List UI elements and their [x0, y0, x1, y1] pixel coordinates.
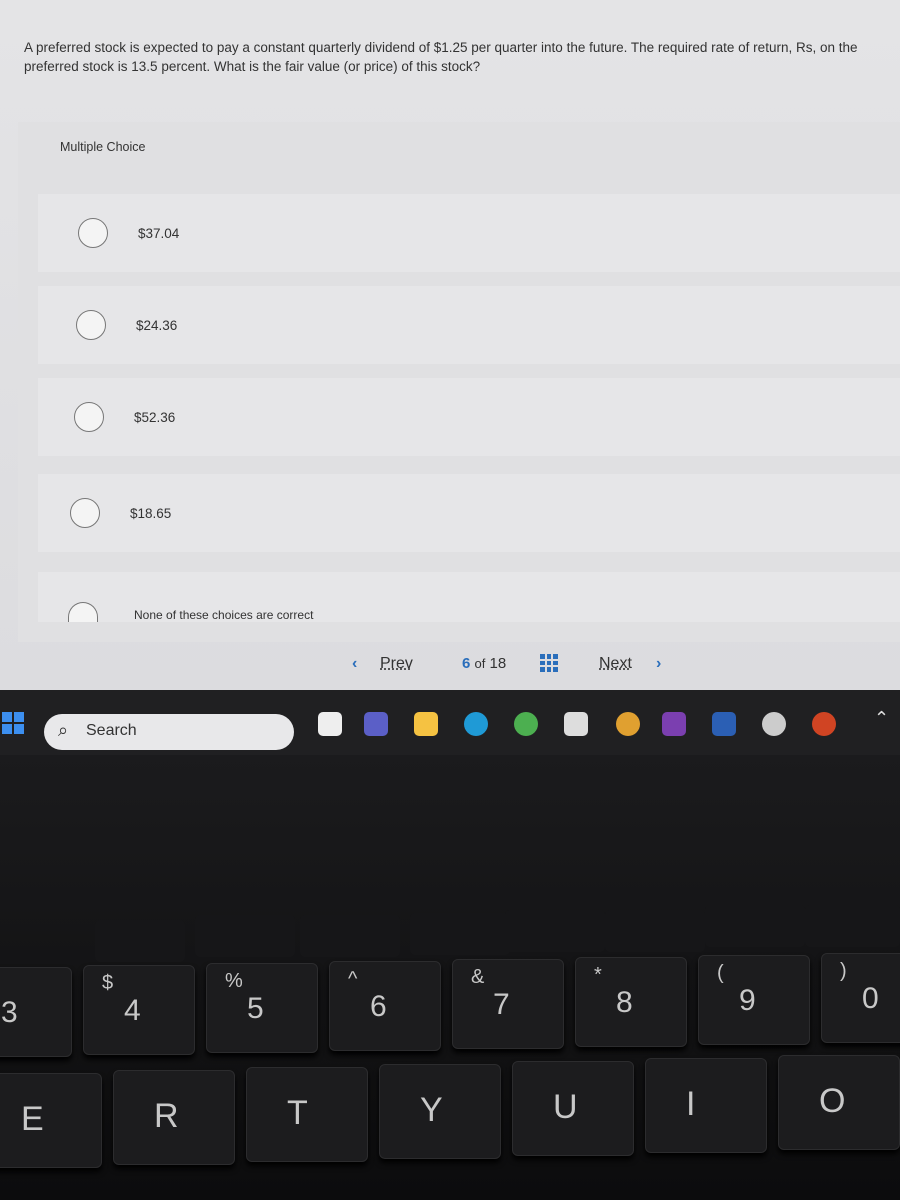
f4-key[interactable]: [95, 920, 185, 962]
key-label: E: [21, 1100, 44, 1138]
key-label: O: [819, 1082, 846, 1120]
key-label: 4: [124, 994, 141, 1027]
key-label: 8: [616, 986, 633, 1019]
key-label: 3: [1, 996, 18, 1029]
key-shift-label: %: [225, 970, 243, 992]
page-indicator: 6 of 18: [462, 655, 506, 672]
key-shift-label: &: [471, 966, 485, 988]
key-E[interactable]: E: [0, 1073, 102, 1168]
key-T[interactable]: T: [246, 1067, 368, 1162]
key-shift-label: *: [594, 964, 602, 986]
chevron-left-icon[interactable]: ‹: [352, 655, 357, 673]
key-label: I: [686, 1085, 696, 1123]
option-4[interactable]: $18.65: [38, 474, 900, 552]
grid-icon[interactable]: [540, 654, 558, 672]
key-7[interactable]: & 7: [452, 959, 564, 1049]
browser-screen: A preferred stock is expected to pay a c…: [0, 0, 900, 690]
taskbar: ⌕ Search ⌃: [0, 690, 900, 755]
option-5[interactable]: None of these choices are correct: [38, 572, 900, 622]
key-9[interactable]: (9: [698, 955, 810, 1045]
option-text: $37.04: [138, 225, 180, 241]
option-text: $24.36: [136, 317, 178, 333]
file-explorer-icon[interactable]: [414, 712, 438, 736]
key-label: Y: [420, 1091, 443, 1129]
question-text: A preferred stock is expected to pay a c…: [24, 40, 858, 74]
task-view-icon[interactable]: [318, 712, 342, 736]
key-shift-label: $: [102, 972, 114, 994]
f11-key[interactable]: [805, 905, 900, 947]
radio-button[interactable]: [70, 498, 100, 528]
radio-button[interactable]: [78, 218, 108, 248]
key-6[interactable]: ^ 6: [329, 961, 441, 1051]
search-label: Search: [86, 722, 137, 739]
key-label: 6: [370, 990, 387, 1023]
f8-key[interactable]: [505, 910, 605, 952]
prev-button[interactable]: Prev: [380, 655, 413, 673]
radio-button[interactable]: [74, 402, 104, 432]
chrome-profile-icon[interactable]: [616, 712, 640, 736]
key-shift-label: ): [840, 960, 847, 982]
search-icon: ⌕: [58, 720, 69, 740]
key-3[interactable]: 3: [0, 967, 72, 1057]
radio-button[interactable]: [76, 310, 106, 340]
teams-icon[interactable]: [364, 712, 388, 736]
key-label: R: [154, 1097, 179, 1135]
multiple-choice-label: Multiple Choice: [60, 140, 146, 154]
taskbar-search[interactable]: ⌕ Search: [44, 714, 294, 750]
key-R[interactable]: R: [113, 1070, 235, 1165]
chrome-icon[interactable]: [514, 712, 538, 736]
key-label: T: [287, 1094, 308, 1132]
current-page: 6: [462, 655, 471, 672]
option-3[interactable]: $52.36: [38, 378, 900, 456]
key-shift-label: (: [717, 962, 724, 984]
kindle-icon[interactable]: [564, 712, 588, 736]
powerpoint-icon[interactable]: [812, 712, 836, 736]
windows-start-icon[interactable]: [2, 712, 24, 734]
key-label: 9: [739, 984, 756, 1017]
key-shift-label: ^: [348, 968, 358, 990]
f6-key[interactable]: [300, 915, 400, 957]
f5-key[interactable]: [195, 915, 295, 957]
clock-app-icon[interactable]: [762, 712, 786, 736]
option-text: None of these choices are correct: [134, 608, 314, 622]
key-4[interactable]: $4: [83, 965, 195, 1055]
chevron-right-icon[interactable]: ›: [656, 655, 661, 673]
key-8[interactable]: * 8: [575, 957, 687, 1047]
word-icon[interactable]: [712, 712, 736, 736]
option-text: $18.65: [130, 505, 172, 521]
chevron-up-icon[interactable]: ⌃: [874, 708, 889, 729]
f9-key[interactable]: [605, 910, 705, 952]
key-label: 5: [247, 992, 264, 1025]
onenote-icon[interactable]: [662, 712, 686, 736]
edge-icon[interactable]: [464, 712, 488, 736]
option-text: $52.36: [134, 409, 176, 425]
of-label: of: [474, 656, 486, 671]
key-label: U: [553, 1088, 578, 1126]
laptop-keyboard: 3 $4% 5 ^ 6 & 7 * 8(9) 0 E R T Y U I O: [0, 755, 900, 1200]
multiple-choice-panel: Multiple Choice $37.04 $24.36 $52.36 $18…: [18, 122, 900, 642]
f7-key[interactable]: [410, 913, 510, 955]
key-Y[interactable]: Y: [379, 1064, 501, 1159]
key-0[interactable]: ) 0: [821, 953, 900, 1043]
f10-key[interactable]: [705, 905, 805, 947]
radio-button[interactable]: [68, 602, 98, 622]
key-5[interactable]: % 5: [206, 963, 318, 1053]
key-label: 7: [493, 988, 510, 1021]
option-1[interactable]: $37.04: [38, 194, 900, 272]
option-2[interactable]: $24.36: [38, 286, 900, 364]
next-button[interactable]: Next: [599, 655, 632, 673]
key-U[interactable]: U: [512, 1061, 634, 1156]
key-label: 0: [862, 982, 879, 1015]
total-pages: 18: [489, 655, 507, 672]
key-O[interactable]: O: [778, 1055, 900, 1150]
key-I[interactable]: I: [645, 1058, 767, 1153]
